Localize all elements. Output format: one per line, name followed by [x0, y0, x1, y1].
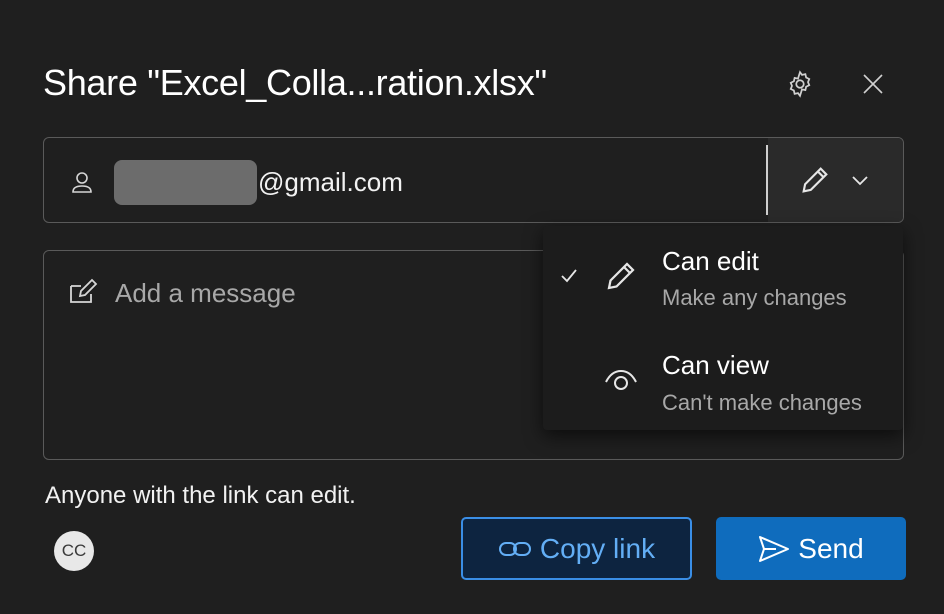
link-permission-note[interactable]: Anyone with the link can edit.	[45, 482, 356, 510]
permission-menu: Can edit Make any changes Can view Can't…	[543, 226, 903, 430]
link-icon	[498, 541, 531, 556]
share-dialog: Share "Excel_Colla...ration.xlsx" @gmail…	[0, 0, 944, 614]
close-icon	[863, 74, 883, 94]
send-icon	[759, 535, 790, 562]
send-button[interactable]: Send	[716, 517, 906, 580]
pencil-icon	[802, 167, 828, 193]
copy-link-label: Copy link	[539, 532, 656, 564]
avatar: CC	[54, 531, 94, 571]
menu-item-title: Can edit	[662, 246, 759, 276]
copy-link-button[interactable]: Copy link	[461, 517, 692, 580]
gear-icon	[789, 70, 811, 98]
eye-icon	[605, 369, 637, 390]
permission-dropdown-button[interactable]	[768, 138, 903, 222]
menu-item-title: Can view	[662, 350, 769, 380]
compose-icon	[70, 278, 98, 303]
menu-item-can-view[interactable]: Can view Can't make changes	[543, 328, 903, 430]
chevron-down-icon	[852, 176, 868, 186]
menu-item-can-edit[interactable]: Can edit Make any changes	[543, 226, 903, 328]
dialog-title: Share "Excel_Colla...ration.xlsx"	[43, 62, 547, 103]
menu-item-subtitle: Make any changes	[662, 285, 847, 310]
settings-button[interactable]	[780, 64, 820, 104]
message-placeholder: Add a message	[115, 278, 296, 308]
menu-item-subtitle: Can't make changes	[662, 390, 862, 415]
redacted-email-name	[114, 160, 257, 205]
close-button[interactable]	[853, 64, 893, 104]
recipient-email: @gmail.com	[258, 167, 403, 197]
pencil-icon	[607, 262, 635, 290]
send-label: Send	[798, 532, 864, 564]
person-icon	[72, 172, 92, 193]
checkmark-icon	[561, 269, 577, 283]
